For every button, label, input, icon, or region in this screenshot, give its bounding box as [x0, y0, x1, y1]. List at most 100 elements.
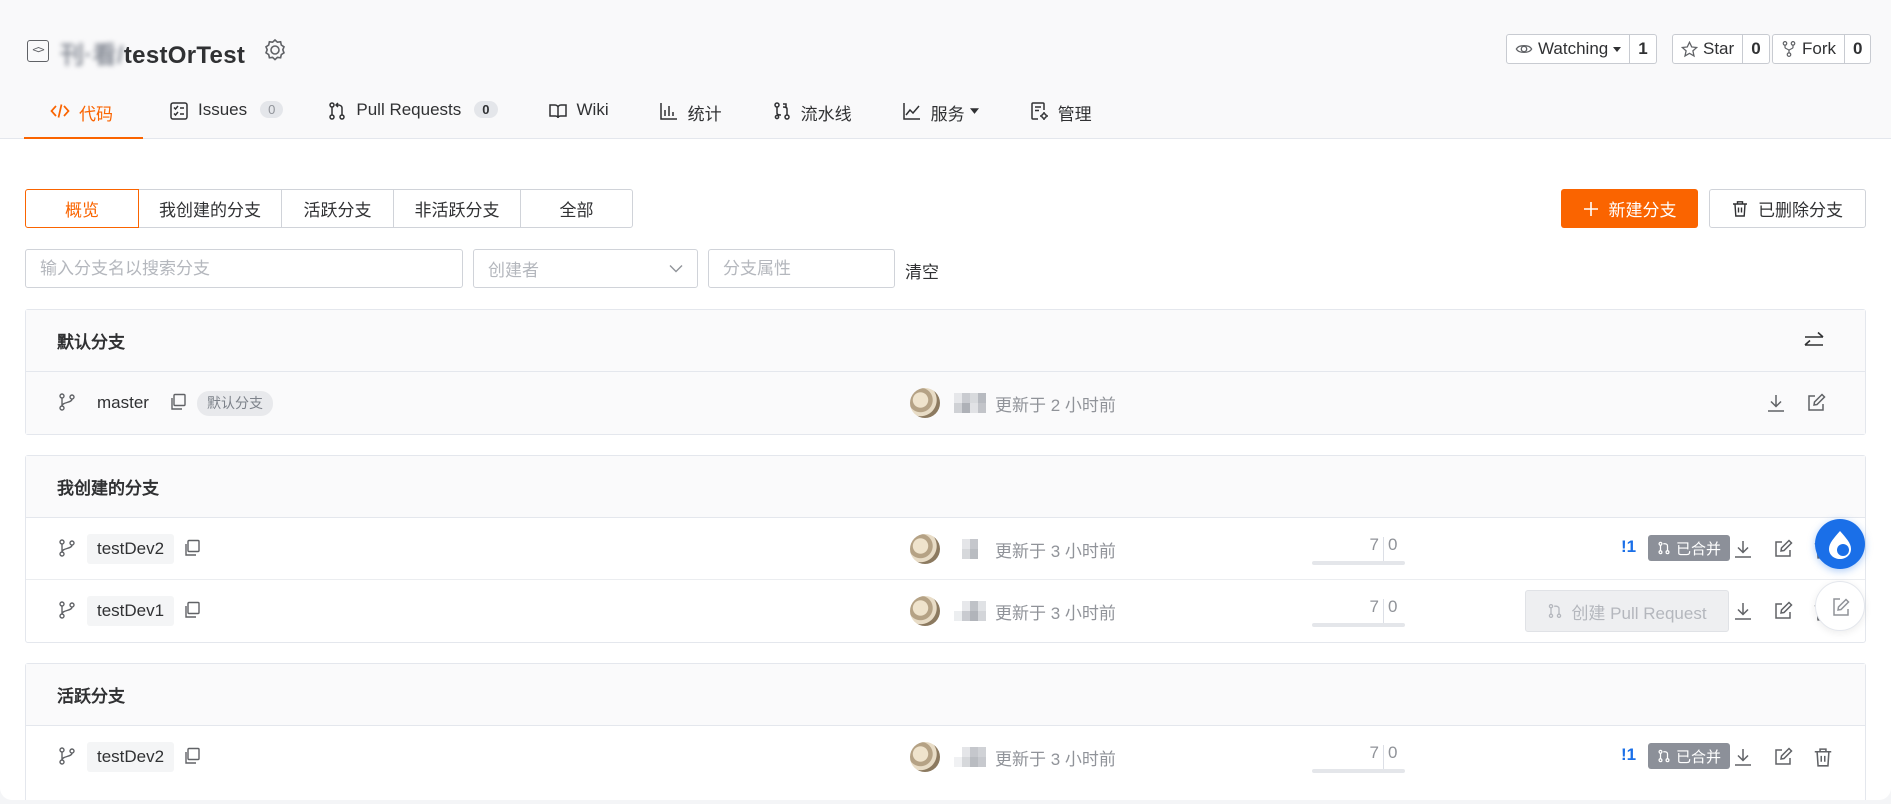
commits-ahead: 7	[1369, 597, 1379, 616]
commits-ahead: 7	[1369, 535, 1379, 554]
section-title-mine: 我创建的分支	[57, 479, 159, 498]
repo-name: testOrTest	[123, 42, 246, 69]
creator-select[interactable]: 创建者	[473, 249, 698, 288]
branch-name-link[interactable]: master	[87, 388, 159, 418]
merge-request-link[interactable]: !1	[1621, 537, 1636, 557]
section-title: 默认分支	[26, 310, 1865, 372]
download-icon[interactable]	[1766, 393, 1786, 413]
branch-name-link[interactable]: testDev2	[87, 742, 175, 772]
create-pull-request-button[interactable]: 创建 Pull Request	[1525, 590, 1729, 632]
branch-name-link[interactable]: testDev2	[87, 534, 175, 564]
copy-icon[interactable]	[183, 747, 201, 765]
new-branch-label: 新建分支	[1608, 201, 1677, 220]
username-mosaic	[954, 747, 986, 767]
branch-icon	[59, 539, 75, 557]
ahead-bar	[1312, 623, 1405, 627]
section-title: 我创建的分支	[26, 456, 1865, 518]
repo-title[interactable]: 刊·看/testOrTest	[60, 35, 245, 70]
fork-count[interactable]: 0	[1845, 34, 1872, 64]
swap-arrows-icon[interactable]	[1803, 331, 1825, 351]
pull-request-icon	[1658, 541, 1670, 555]
book-icon	[548, 104, 567, 119]
line-chart-icon	[902, 103, 920, 120]
clear-filters-button[interactable]: 清空	[905, 258, 939, 283]
avatar[interactable]	[910, 596, 940, 626]
ahead-behind-divider	[1383, 745, 1384, 771]
section-title-active: 活跃分支	[57, 687, 125, 706]
tab-code[interactable]: 代码	[24, 90, 143, 139]
avatar[interactable]	[910, 534, 940, 564]
star-icon	[1681, 40, 1698, 57]
tab-services-label: 服务	[930, 105, 965, 124]
tab-overview[interactable]: 概览	[25, 189, 139, 228]
pull-request-icon	[329, 102, 346, 120]
tab-my-branches[interactable]: 我创建的分支	[138, 189, 282, 228]
new-branch-button[interactable]: 新建分支	[1561, 189, 1698, 228]
repo-header: <> 刊·看/testOrTest Watching 1 Star 0 Fork…	[0, 0, 1891, 139]
branch-search-input[interactable]	[25, 249, 463, 288]
watch-count[interactable]: 1	[1630, 34, 1657, 64]
edit-icon[interactable]	[1773, 747, 1793, 767]
star-button[interactable]: Star	[1672, 34, 1744, 64]
ahead-behind-indicator: 7 0	[1286, 743, 1406, 773]
tab-manage[interactable]: 管理	[1003, 90, 1116, 139]
branch-name-link[interactable]: testDev1	[87, 596, 175, 626]
default-branch-panel: 默认分支 master 默认分支 更新于 2 小时前	[25, 309, 1866, 435]
caret-down-icon	[969, 108, 979, 114]
deleted-branches-button[interactable]: 已删除分支	[1709, 189, 1866, 228]
tab-services[interactable]: 服务	[876, 90, 1003, 139]
ahead-bar	[1312, 769, 1405, 773]
avatar[interactable]	[910, 388, 940, 418]
assistant-float-button[interactable]	[1815, 519, 1865, 569]
code-icon	[50, 104, 70, 118]
tab-pipeline[interactable]: 流水线	[746, 90, 876, 139]
trash-icon[interactable]	[1813, 747, 1833, 767]
chevron-down-icon	[669, 265, 683, 273]
commits-behind: 0	[1388, 743, 1398, 762]
tab-wiki[interactable]: Wiki	[522, 90, 633, 139]
fork-icon	[1782, 41, 1796, 57]
watch-button-group: Watching 1	[1506, 34, 1657, 64]
username-mosaic	[954, 601, 986, 621]
fork-label: Fork	[1802, 39, 1836, 58]
edit-icon[interactable]	[1773, 539, 1793, 559]
download-icon[interactable]	[1733, 601, 1753, 621]
feedback-icon	[1833, 598, 1850, 616]
feedback-float-button[interactable]	[1815, 581, 1865, 631]
tab-active-branches[interactable]: 活跃分支	[281, 189, 394, 228]
eye-icon	[1515, 44, 1533, 54]
watch-button[interactable]: Watching	[1506, 34, 1631, 64]
star-label: Star	[1703, 39, 1735, 58]
tab-pipeline-label: 流水线	[800, 105, 852, 124]
edit-icon[interactable]	[1773, 601, 1793, 621]
copy-icon[interactable]	[183, 601, 201, 619]
tab-manage-label: 管理	[1057, 105, 1092, 124]
tab-issues[interactable]: Issues 0	[143, 90, 307, 139]
star-button-group: Star 0	[1672, 34, 1770, 64]
merge-request-link[interactable]: !1	[1621, 745, 1636, 765]
table-row: testDev2 更新于 3 小时前 7 0 !1 已合并	[26, 726, 1865, 788]
download-icon[interactable]	[1733, 539, 1753, 559]
active-branches-panel: 活跃分支 testDev2 更新于 3 小时前 7 0 !1 已合并	[25, 663, 1866, 800]
ahead-bar	[1312, 561, 1405, 565]
star-count[interactable]: 0	[1743, 34, 1770, 64]
edit-icon[interactable]	[1806, 393, 1826, 413]
tab-inactive-branches[interactable]: 非活跃分支	[393, 189, 521, 228]
tab-code-label: 代码	[79, 105, 113, 124]
tab-pull-requests[interactable]: Pull Requests 0	[307, 90, 521, 139]
ahead-behind-indicator: 7 0	[1286, 597, 1406, 627]
certified-badge-icon	[265, 38, 285, 61]
tab-issues-count: 0	[260, 101, 284, 118]
branch-attr-input[interactable]	[708, 249, 895, 288]
tab-stats[interactable]: 统计	[633, 90, 746, 139]
download-icon[interactable]	[1733, 747, 1753, 767]
fork-button[interactable]: Fork	[1772, 34, 1845, 64]
tab-all-branches[interactable]: 全部	[520, 189, 633, 228]
default-branch-tag: 默认分支	[197, 391, 273, 416]
updated-time: 更新于 2 小时前	[995, 396, 1116, 415]
merged-status-badge: 已合并	[1648, 743, 1731, 769]
copy-icon[interactable]	[183, 539, 201, 557]
avatar[interactable]	[910, 742, 940, 772]
copy-icon[interactable]	[169, 393, 187, 411]
table-row: master 默认分支 更新于 2 小时前	[26, 372, 1865, 434]
